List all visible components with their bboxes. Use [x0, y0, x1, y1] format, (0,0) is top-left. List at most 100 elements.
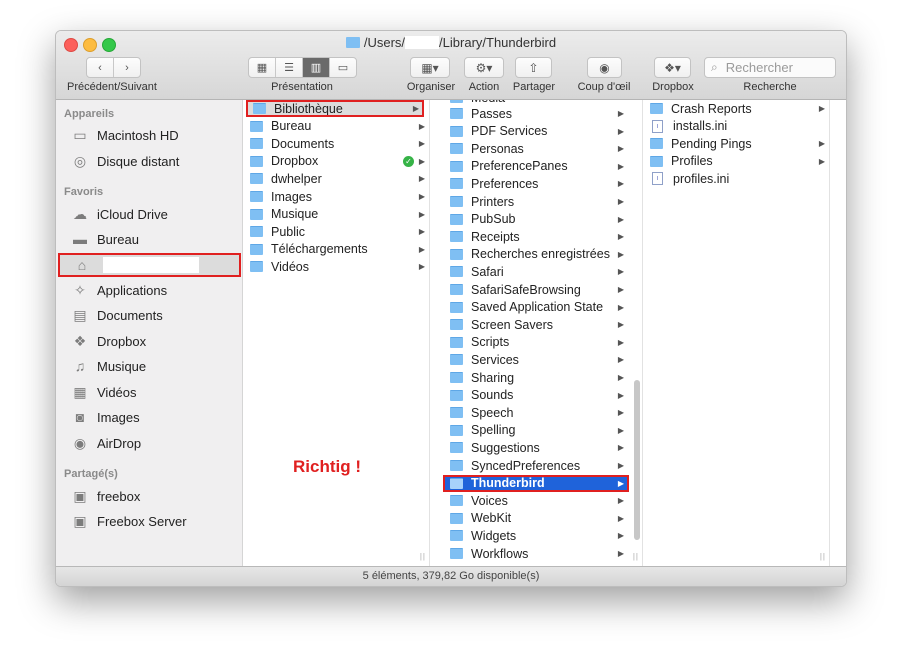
disclosure-arrow-icon: ▶ [617, 285, 624, 294]
column-resize-handle[interactable]: || [820, 552, 826, 561]
sidebar-item-dropbox[interactable]: ❖ Dropbox [56, 330, 242, 352]
list-item[interactable]: Images ▶ [243, 188, 429, 205]
share-label: Partager [512, 81, 556, 93]
list-item[interactable]: Crash Reports ▶ [643, 100, 829, 117]
list-item[interactable]: Receipts ▶ [443, 228, 629, 245]
list-item[interactable]: Preferences ▶ [443, 175, 629, 192]
list-item[interactable]: Dropbox ✓ ▶ [243, 153, 429, 170]
list-item[interactable]: Profiles ▶ [643, 153, 829, 170]
disclosure-arrow-icon: ▶ [818, 156, 825, 166]
list-item[interactable]: Safari ▶ [443, 263, 629, 280]
sidebar-item-home[interactable]: ⌂ [58, 253, 241, 277]
finder-window: /Users//Library/Thunderbird ‹ › Précéden… [55, 30, 847, 587]
redacted-username [405, 36, 440, 49]
list-item[interactable]: Bureau ▶ [243, 118, 429, 135]
list-item[interactable]: Screen Savers ▶ [443, 316, 629, 333]
list-item[interactable]: Thunderbird ▶ [443, 474, 629, 492]
list-item[interactable]: Musique ▶ [243, 206, 429, 223]
list-item[interactable]: Pending Pings ▶ [643, 135, 829, 152]
search-field[interactable]: ⌕ [704, 57, 836, 78]
sidebar-item-images[interactable]: ◙ Images [56, 406, 242, 428]
list-item[interactable]: Téléchargements ▶ [243, 241, 429, 258]
list-item[interactable]: Workflows ▶ [443, 545, 629, 562]
folder-icon [250, 208, 263, 220]
list-item[interactable]: dwhelper ▶ [243, 170, 429, 187]
list-item[interactable]: Sounds ▶ [443, 387, 629, 404]
list-item[interactable]: Saved Application State ▶ [443, 299, 629, 316]
disclosure-arrow-icon: ▶ [617, 302, 624, 312]
action-label: Action [468, 81, 500, 93]
disclosure-arrow-icon: ▶ [617, 144, 624, 154]
quicklook-button[interactable]: ◉ [587, 57, 622, 78]
disclosure-arrow-icon: ▶ [617, 390, 624, 400]
dropbox-button[interactable]: ❖ ▾ [654, 57, 691, 78]
icon-view-button[interactable]: ▦ [249, 58, 276, 77]
folder-icon [450, 143, 463, 155]
search-input[interactable] [723, 59, 823, 76]
list-item[interactable]: Documents ▶ [243, 135, 429, 152]
list-item[interactable]: Spelling ▶ [443, 422, 629, 439]
sidebar-item-airdrop[interactable]: ◉ AirDrop [56, 432, 242, 454]
folder-icon [650, 138, 663, 150]
browser-column-home: Bibliothèque ▶ Bureau ▶ Documents ▶ Dropbox ✓ ▶ d… [243, 100, 430, 567]
sidebar-item-videos[interactable]: ▦ Vidéos [56, 381, 242, 403]
list-item[interactable]: Passes ▶ [443, 105, 629, 122]
sidebar-item-freebox[interactable]: ▣ freebox [56, 485, 242, 507]
organize-button[interactable]: ▦▾ [410, 57, 450, 78]
sidebar-item-applications[interactable]: ✧ Applications [56, 279, 242, 301]
list-item[interactable]: PreferencePanes ▶ [443, 158, 629, 175]
list-item[interactable]: Widgets ▶ [443, 527, 629, 544]
list-item[interactable]: Vidéos ▶ [243, 258, 429, 275]
column-resize-handle[interactable]: || [420, 552, 426, 561]
browser-column-thunderbird: Crash Reports ▶ ı installs.ini Pending Pings… [643, 100, 830, 567]
list-item[interactable]: Suggestions ▶ [443, 439, 629, 456]
disclosure-arrow-icon: ▶ [617, 249, 624, 259]
scrollbar[interactable] [634, 380, 640, 540]
column-view-button[interactable]: ▥ [303, 58, 330, 77]
list-item[interactable]: Speech ▶ [443, 404, 629, 421]
disclosure-arrow-icon: ▶ [617, 232, 624, 242]
share-button[interactable]: ⇧ [515, 57, 552, 78]
gear-icon: ⚙ [475, 60, 487, 75]
list-item[interactable]: ı installs.ini [643, 118, 829, 135]
disclosure-arrow-icon: ▶ [418, 244, 425, 254]
list-item[interactable]: PDF Services ▶ [443, 123, 629, 140]
disclosure-arrow-icon: ▶ [617, 126, 624, 136]
folder-icon [450, 424, 463, 436]
disclosure-arrow-icon: ▶ [418, 262, 425, 272]
list-item[interactable]: Services ▶ [443, 351, 629, 368]
sidebar-item-remote-disc[interactable]: ◎ Disque distant [56, 150, 242, 172]
list-item[interactable]: Voices ▶ [443, 492, 629, 509]
list-item[interactable]: SafariSafeBrowsing ▶ [443, 281, 629, 298]
sidebar-item-desktop[interactable]: ▬ Bureau [56, 228, 242, 250]
list-item[interactable]: PubSub ▶ [443, 211, 629, 228]
list-item[interactable]: Scripts ▶ [443, 334, 629, 351]
list-item[interactable]: Sharing ▶ [443, 369, 629, 386]
folder-icon [450, 460, 463, 471]
forward-button[interactable]: › [114, 58, 140, 77]
list-item[interactable]: Public ▶ [243, 223, 429, 240]
coverflow-view-button[interactable]: ▭ [330, 58, 356, 77]
action-button[interactable]: ⚙ ▾ [464, 57, 504, 78]
column-resize-handle[interactable]: || [633, 552, 639, 561]
back-button[interactable]: ‹ [87, 58, 114, 77]
list-item[interactable]: WebKit ▶ [443, 510, 629, 527]
sidebar-item-documents[interactable]: ▤ Documents [56, 304, 242, 326]
film-icon: ▦ [73, 383, 87, 400]
disclosure-arrow-icon: ▶ [617, 161, 624, 171]
folder-icon [450, 213, 463, 225]
view-label: Présentation [271, 81, 333, 93]
sidebar-item-music[interactable]: ♫ Musique [56, 355, 242, 377]
hard-disk-icon: ▭ [73, 126, 87, 143]
list-item[interactable]: Bibliothèque ▶ [246, 100, 424, 117]
list-item[interactable]: Personas ▶ [443, 140, 629, 157]
folder-icon [250, 120, 263, 132]
sidebar-item-freebox-server[interactable]: ▣ Freebox Server [56, 510, 242, 532]
sidebar-item-macintosh-hd[interactable]: ▭ Macintosh HD [56, 124, 242, 146]
sidebar-item-icloud-drive[interactable]: ☁ iCloud Drive [56, 203, 242, 225]
list-view-button[interactable]: ☰ [276, 58, 303, 77]
list-item[interactable]: ı profiles.ini [643, 170, 829, 187]
list-item[interactable]: Recherches enregistrées ▶ [443, 246, 629, 263]
list-item[interactable]: Printers ▶ [443, 193, 629, 210]
list-item[interactable]: SyncedPreferences ▶ [443, 457, 629, 474]
